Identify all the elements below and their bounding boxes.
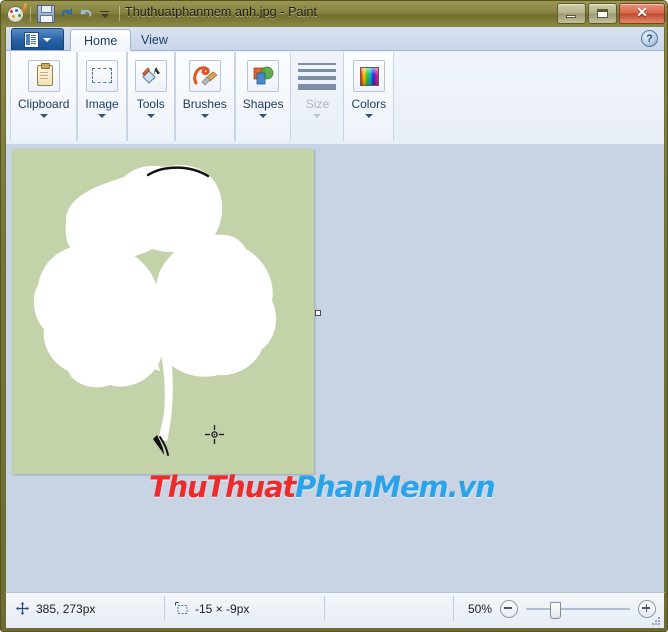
ribbon-group-label-shapes: Shapes <box>242 97 284 111</box>
chevron-down-icon[interactable] <box>39 114 48 118</box>
ribbon-group-colors[interactable]: Colors <box>343 52 395 141</box>
svg-text:A: A <box>153 66 160 76</box>
maximize-button[interactable] <box>588 3 617 24</box>
ribbon-group-brushes[interactable]: Brushes <box>174 52 235 141</box>
selection-size-icon <box>174 601 188 615</box>
ribbon-group-clipboard[interactable]: Clipboard <box>10 52 78 141</box>
canvas-resize-handle-right[interactable] <box>315 310 321 316</box>
resize-grip[interactable] <box>651 616 661 626</box>
clipboard-glyph <box>36 63 53 86</box>
chevron-down-icon[interactable] <box>200 114 209 118</box>
file-menu-button[interactable] <box>11 28 64 50</box>
ribbon-group-image[interactable]: Image <box>77 52 127 141</box>
window-title: Thuthuatphanmem anh.jpg - Paint <box>125 5 318 19</box>
shapes-glyph <box>252 65 274 87</box>
ribbon-group-tools[interactable]: A Tools <box>126 52 175 141</box>
canvas-work-area[interactable]: ThuThuatPhanMem.vn <box>5 144 665 592</box>
zoom-level-value: 50% <box>467 601 492 616</box>
zoom-control: 50% <box>468 593 656 624</box>
selection-size-value: -15 × -9px <box>195 601 250 616</box>
watermark: ThuThuatPhanMem.vn <box>149 470 496 504</box>
watermark-part-1: ThuThuat <box>149 470 296 504</box>
clipboard-icon[interactable] <box>27 60 60 92</box>
ribbon-group-label-size: Size <box>305 97 330 111</box>
window-controls: ✕ <box>557 3 665 24</box>
close-icon: ✕ <box>636 4 648 20</box>
file-menu-icon <box>24 31 39 48</box>
ribbon-group-label-tools: Tools <box>136 97 165 111</box>
ribbon-groups: Clipboard Image A Tools Brushes Shapes S… <box>6 51 395 144</box>
watermark-part-2: PhanMem.vn <box>294 470 496 504</box>
status-selection-size: -15 × -9px <box>164 593 324 624</box>
tab-view[interactable]: View <box>128 29 181 51</box>
paint-logo-icon[interactable] <box>7 5 24 23</box>
clover-leaf-drawing <box>33 165 277 456</box>
save-icon[interactable] <box>37 5 55 23</box>
size-lines-glyph <box>298 63 337 94</box>
close-button[interactable]: ✕ <box>619 3 665 24</box>
zoom-slider[interactable] <box>526 601 630 619</box>
chevron-down-icon[interactable] <box>259 114 268 118</box>
paint-bucket-icon[interactable]: A <box>134 60 167 92</box>
redo-icon[interactable] <box>78 6 95 22</box>
ribbon-tab-strip: Home View ? <box>6 27 664 51</box>
chevron-down-icon[interactable] <box>98 114 107 118</box>
color-palette-glyph <box>359 67 379 86</box>
chevron-down-icon[interactable] <box>146 114 155 118</box>
status-cursor-position: 385, 273px <box>6 593 166 624</box>
shapes-icon[interactable] <box>247 60 280 92</box>
zoom-slider-track <box>526 607 630 610</box>
paint-window: Thuthuatphanmem anh.jpg - Paint ✕ Home V… <box>0 0 668 632</box>
qat-divider <box>30 6 31 22</box>
brush-icon[interactable] <box>188 60 221 92</box>
select-rectangle-icon[interactable] <box>86 60 119 92</box>
ribbon-group-label-image: Image <box>85 97 119 111</box>
minimize-icon <box>566 15 576 18</box>
quick-access-toolbar <box>7 4 111 24</box>
crosshair-cursor <box>205 425 224 444</box>
tab-home[interactable]: Home <box>70 29 132 51</box>
color-palette-icon[interactable] <box>352 60 385 92</box>
status-bar: 385, 273px -15 × -9px 50% <box>5 592 665 629</box>
status-divider-3 <box>453 596 454 621</box>
size-lines-icon[interactable] <box>298 60 337 94</box>
title-bar[interactable]: Thuthuatphanmem anh.jpg - Paint ✕ <box>1 1 667 27</box>
ribbon-group-label-colors: Colors <box>351 97 387 111</box>
help-icon[interactable]: ? <box>641 30 658 47</box>
zoom-slider-thumb[interactable] <box>550 601 561 619</box>
ribbon-group-size[interactable]: Size <box>291 52 343 141</box>
zoom-in-button[interactable] <box>638 599 656 618</box>
cursor-position-value: 385, 273px <box>36 601 96 616</box>
ribbon-group-shapes[interactable]: Shapes <box>234 52 292 141</box>
status-divider-2 <box>324 596 325 621</box>
chevron-down-icon <box>43 37 51 42</box>
canvas-container <box>12 149 314 474</box>
maximize-icon <box>597 9 608 18</box>
image-canvas[interactable] <box>12 149 314 474</box>
undo-icon[interactable] <box>58 6 75 22</box>
minimize-button[interactable] <box>557 3 586 24</box>
customize-quick-access-icon[interactable] <box>98 7 111 21</box>
zoom-out-button[interactable] <box>500 599 518 618</box>
ribbon-group-label-clipboard: Clipboard <box>18 97 70 111</box>
paint-bucket-glyph: A <box>140 65 162 87</box>
chevron-down-icon <box>313 114 322 118</box>
cursor-position-icon <box>16 602 29 615</box>
brush-glyph <box>190 61 220 91</box>
chevron-down-icon[interactable] <box>364 114 373 118</box>
select-rectangle-glyph <box>92 68 113 83</box>
title-divider <box>119 6 120 21</box>
ribbon: Home View ? Clipboard Image A Tools Brus… <box>5 27 665 144</box>
ribbon-group-label-brushes: Brushes <box>182 97 227 111</box>
